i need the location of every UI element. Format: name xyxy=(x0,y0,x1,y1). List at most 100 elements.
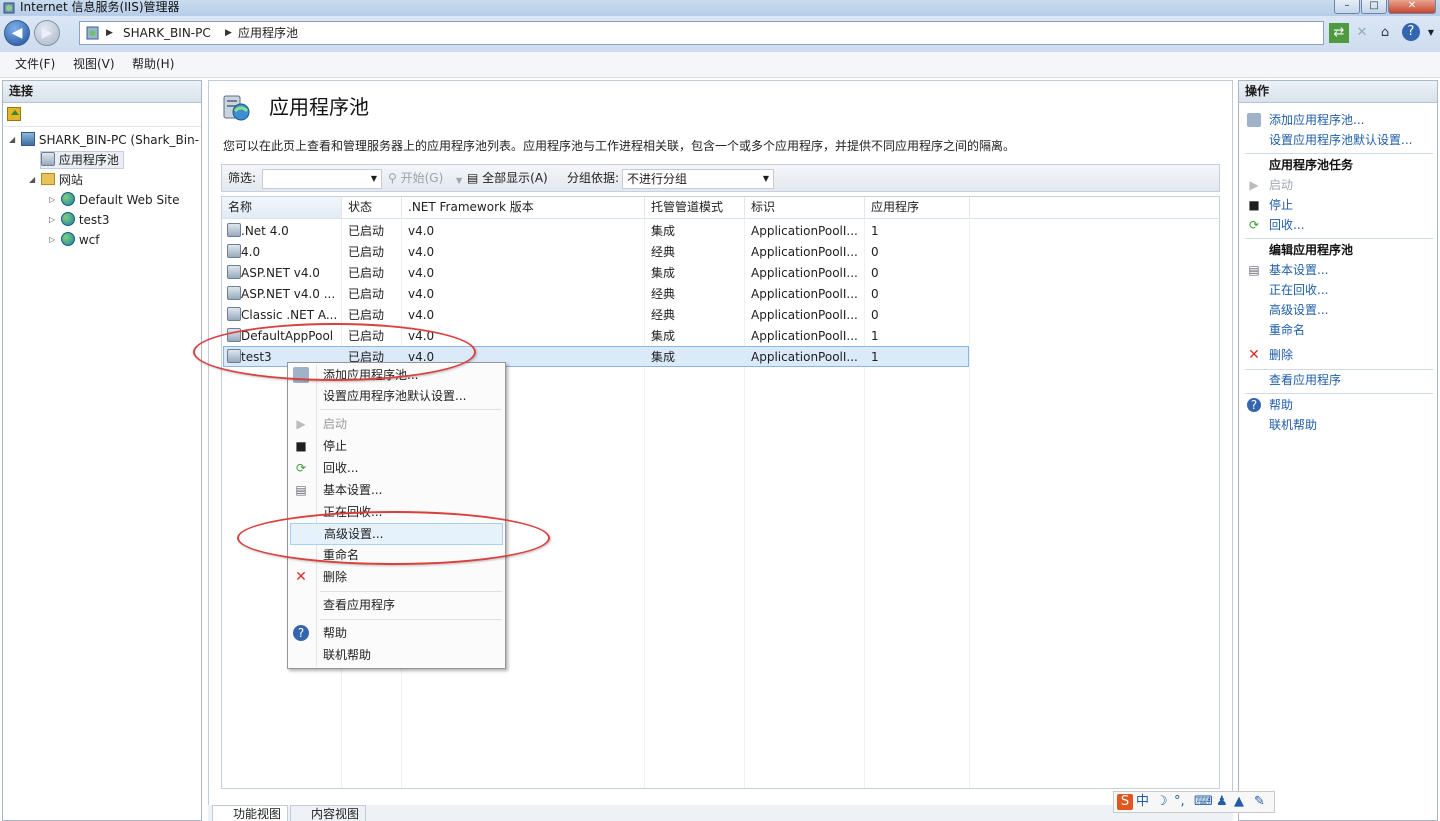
page-title: 应用程序池 xyxy=(269,95,369,119)
action-help[interactable]: 帮助 xyxy=(1269,397,1293,413)
ctx-delete[interactable]: ✕ 删除 xyxy=(290,566,503,588)
stop-icon[interactable]: ✕ xyxy=(1352,23,1372,43)
tools-icon[interactable]: ✎ xyxy=(1254,794,1265,810)
expand-icon[interactable]: ▷ xyxy=(49,232,55,248)
chevron-down-icon[interactable]: ▼ xyxy=(456,173,462,188)
ime-toolbar: S 中 ☽ °, ⌨ ♟ ▲ ✎ xyxy=(1113,791,1275,813)
menu-file[interactable]: 文件(F) xyxy=(15,57,55,72)
app-pool-icon xyxy=(227,244,241,258)
filter-bar: 筛选: ▼ ⚲ 开始(G) ▼ ▤ 全部显示(A) 分组依据: 不进行分组 ▼ xyxy=(221,164,1220,192)
address-bar: ◀ ▶ ▶ SHARK_BIN-PC ▶ 应用程序池 ⇄ ✕ ⌂ ? ▼ xyxy=(0,16,1440,52)
recycle-icon: ⟳ xyxy=(1248,218,1260,232)
breadcrumb-separator-icon: ▶ xyxy=(106,28,113,38)
action-rename[interactable]: 重命名 xyxy=(1269,322,1305,338)
expand-icon[interactable]: ▷ xyxy=(49,192,55,208)
connections-toolbar xyxy=(3,103,201,127)
table-header: 名称 状态 .NET Framework 版本 托管管道模式 标识 应用程序 xyxy=(222,197,1219,219)
back-button[interactable]: ◀ xyxy=(4,20,30,46)
column-pipeline[interactable]: 托管管道模式 xyxy=(645,197,745,218)
ctx-view-applications[interactable]: 查看应用程序 xyxy=(290,594,503,616)
address-field[interactable]: ▶ SHARK_BIN-PC ▶ 应用程序池 xyxy=(79,21,1324,45)
tab-features-view[interactable]: 功能视图 xyxy=(212,805,288,821)
ime-mode[interactable]: 中 xyxy=(1136,794,1149,810)
action-view-applications[interactable]: 查看应用程序 xyxy=(1269,372,1341,388)
column-identity[interactable]: 标识 xyxy=(745,197,865,218)
table-row[interactable]: ASP.NET v4.0 ... 已启动 v4.0 经典 Application… xyxy=(223,284,969,305)
stop-icon: ■ xyxy=(1248,198,1260,212)
punctuation-icon[interactable]: °, xyxy=(1174,794,1185,810)
close-button[interactable]: ✕ xyxy=(1388,0,1436,14)
ctx-stop[interactable]: ■ 停止 xyxy=(290,435,503,457)
menu-view[interactable]: 视图(V) xyxy=(73,57,115,72)
group-by-select[interactable]: 不进行分组 ▼ xyxy=(622,169,774,189)
tree-node-site[interactable]: wcf xyxy=(61,232,99,248)
table-row[interactable]: 4.0 已启动 v4.0 经典 ApplicationPoolI... 0 xyxy=(223,242,969,263)
action-set-defaults[interactable]: 设置应用程序池默认设置... xyxy=(1269,132,1412,148)
actions-pane: 操作 添加应用程序池... 设置应用程序池默认设置... 应用程序池任务 ▶ 启… xyxy=(1238,80,1438,821)
skin-icon[interactable]: ▲ xyxy=(1234,794,1244,810)
create-connection-icon[interactable] xyxy=(7,107,21,121)
action-online-help[interactable]: 联机帮助 xyxy=(1269,417,1317,433)
filter-input[interactable]: ▼ xyxy=(262,169,382,189)
sogou-logo-icon[interactable]: S xyxy=(1117,794,1133,810)
show-all-button[interactable]: ▤ 全部显示(A) xyxy=(467,171,548,186)
app-pool-tasks-heading: 应用程序池任务 xyxy=(1269,158,1354,172)
tree-node-site[interactable]: Default Web Site xyxy=(61,192,180,208)
action-add-app-pool[interactable]: 添加应用程序池... xyxy=(1269,112,1364,128)
tree-node-site[interactable]: test3 xyxy=(61,212,110,228)
forward-button[interactable]: ▶ xyxy=(34,20,60,46)
action-advanced-settings[interactable]: 高级设置... xyxy=(1269,302,1328,318)
column-framework[interactable]: .NET Framework 版本 xyxy=(402,197,645,218)
actions-title: 操作 xyxy=(1239,81,1437,103)
ctx-online-help[interactable]: 联机帮助 xyxy=(290,644,503,666)
table-row[interactable]: ASP.NET v4.0 已启动 v4.0 集成 ApplicationPool… xyxy=(223,263,969,284)
tab-content-view[interactable]: 内容视图 xyxy=(290,805,366,821)
globe-icon xyxy=(61,192,75,206)
app-pool-icon xyxy=(227,265,241,279)
server-icon xyxy=(21,132,35,146)
action-start[interactable]: 启动 xyxy=(1269,177,1293,193)
chevron-down-icon[interactable]: ▼ xyxy=(1421,23,1440,43)
expand-icon[interactable]: ▷ xyxy=(49,212,55,228)
edit-app-pool-heading: 编辑应用程序池 xyxy=(1269,243,1354,257)
tree-node-app-pools[interactable]: 应用程序池 xyxy=(40,151,124,169)
ctx-basic-settings[interactable]: ▤ 基本设置... xyxy=(290,479,503,501)
breadcrumb-server[interactable]: SHARK_BIN-PC xyxy=(123,26,211,41)
keyboard-icon[interactable]: ⌨ xyxy=(1194,794,1213,810)
connections-title: 连接 xyxy=(3,81,201,103)
ctx-start[interactable]: ▶ 启动 xyxy=(290,413,503,435)
start-icon: ▶ xyxy=(1249,178,1259,192)
user-icon[interactable]: ♟ xyxy=(1216,794,1228,810)
action-delete[interactable]: 删除 xyxy=(1269,347,1293,363)
action-recycling[interactable]: 正在回收... xyxy=(1269,282,1328,298)
ctx-help[interactable]: ? 帮助 xyxy=(290,622,503,644)
help-icon[interactable]: ? xyxy=(1402,23,1420,41)
column-status[interactable]: 状态 xyxy=(342,197,402,218)
table-row[interactable]: .Net 4.0 已启动 v4.0 集成 ApplicationPoolI...… xyxy=(223,221,969,242)
refresh-icon[interactable]: ⇄ xyxy=(1329,23,1349,43)
ctx-recycle[interactable]: ⟳ 回收... xyxy=(290,457,503,479)
column-applications[interactable]: 应用程序 xyxy=(865,197,970,218)
start-filter-button[interactable]: ⚲ 开始(G) xyxy=(388,171,443,186)
moon-icon[interactable]: ☽ xyxy=(1156,794,1168,810)
tree-node-server[interactable]: SHARK_BIN-PC (Shark_Bin- xyxy=(21,132,199,148)
action-stop[interactable]: 停止 xyxy=(1269,197,1293,213)
action-basic-settings[interactable]: 基本设置... xyxy=(1269,262,1328,278)
minimize-button[interactable]: – xyxy=(1334,0,1360,14)
globe-icon xyxy=(61,232,75,246)
collapse-icon[interactable]: ◢ xyxy=(29,172,35,188)
column-name[interactable]: 名称 xyxy=(222,197,342,218)
tree-node-sites[interactable]: 网站 xyxy=(41,172,83,188)
home-icon[interactable]: ⌂ xyxy=(1375,23,1395,43)
ctx-set-defaults[interactable]: 设置应用程序池默认设置... xyxy=(290,385,503,407)
maximize-button[interactable]: □ xyxy=(1361,0,1387,14)
menu-help[interactable]: 帮助(H) xyxy=(132,57,174,72)
page-description: 您可以在此页上查看和管理服务器上的应用程序池列表。应用程序池与工作进程相关联，包… xyxy=(223,139,1016,153)
collapse-icon[interactable]: ◢ xyxy=(9,132,15,148)
breadcrumb-app-pools[interactable]: 应用程序池 xyxy=(238,26,298,41)
annotation-ellipse xyxy=(237,511,550,565)
delete-icon: ✕ xyxy=(295,569,307,585)
folder-icon xyxy=(41,173,55,185)
action-recycle[interactable]: 回收... xyxy=(1269,217,1304,233)
delete-icon: ✕ xyxy=(1248,347,1260,363)
